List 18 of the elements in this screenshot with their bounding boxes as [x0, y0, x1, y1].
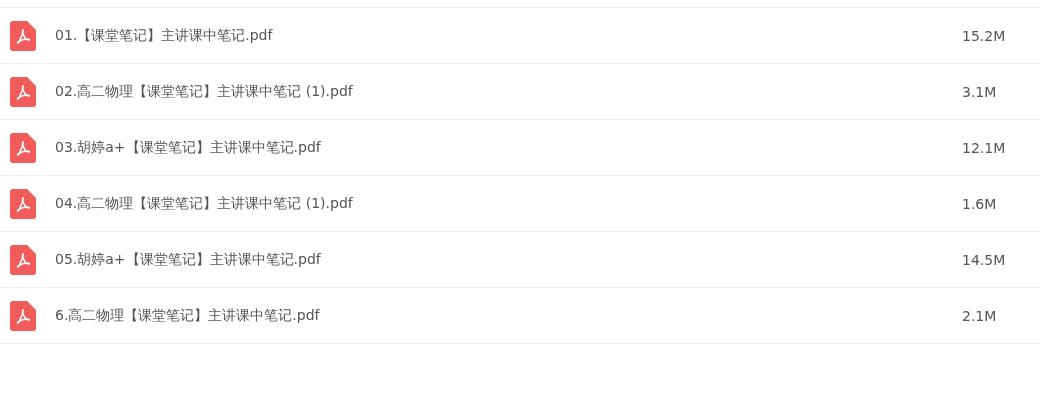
file-size: 15.2M: [962, 27, 1007, 44]
file-name[interactable]: 01.【课堂笔记】主讲课中笔记.pdf: [55, 26, 962, 45]
file-name[interactable]: 6.高二物理【课堂笔记】主讲课中笔记.pdf: [55, 306, 962, 325]
pdf-file-icon: [10, 188, 36, 219]
pdf-file-icon: [10, 20, 36, 51]
pdf-file-icon: [10, 76, 36, 107]
pdf-file-icon: [10, 300, 36, 331]
file-size: 2.1M: [962, 307, 998, 324]
pdf-file-icon: [10, 132, 36, 163]
file-size: 12.1M: [962, 139, 1007, 156]
pdf-file-icon: [10, 244, 36, 275]
file-name[interactable]: 03.胡婷a+【课堂笔记】主讲课中笔记.pdf: [55, 138, 962, 157]
file-name[interactable]: 04.高二物理【课堂笔记】主讲课中笔记 (1).pdf: [55, 194, 962, 213]
file-size: 1.6M: [962, 195, 998, 212]
file-name[interactable]: 05.胡婷a+【课堂笔记】主讲课中笔记.pdf: [55, 250, 962, 269]
file-size: 3.1M: [962, 83, 998, 100]
file-size: 14.5M: [962, 251, 1007, 268]
file-name[interactable]: 02.高二物理【课堂笔记】主讲课中笔记 (1).pdf: [55, 82, 962, 101]
